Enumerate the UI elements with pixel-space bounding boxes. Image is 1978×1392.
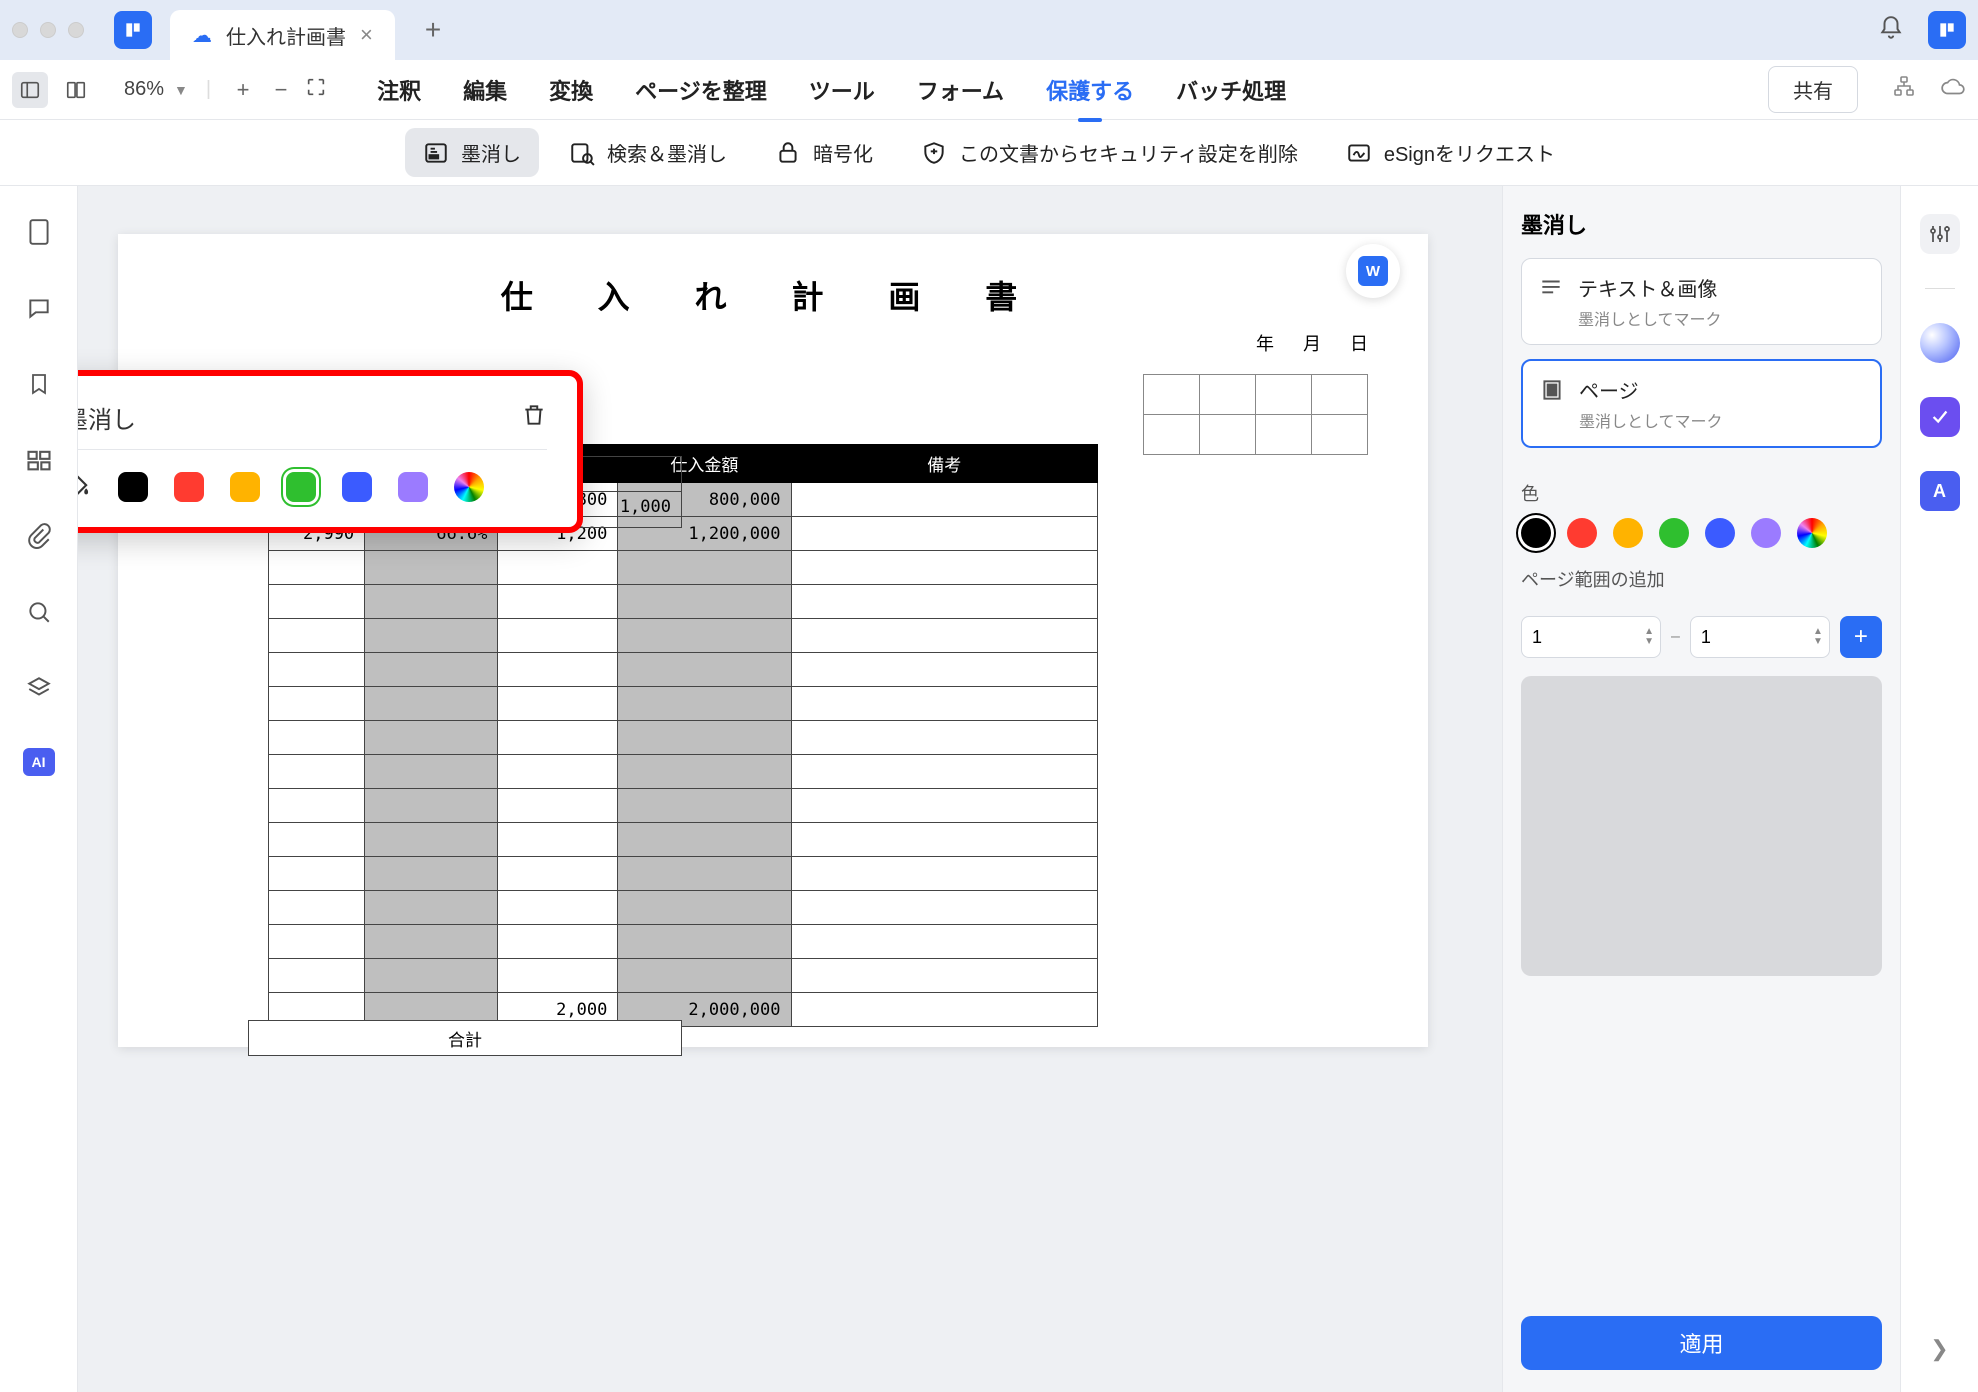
approval-grid xyxy=(1143,374,1368,455)
redact-tool[interactable]: 墨消し xyxy=(405,128,539,177)
color-label: 色 xyxy=(1521,480,1882,506)
layers-icon[interactable] xyxy=(23,672,55,704)
esign-tool[interactable]: eSignをリクエスト xyxy=(1328,128,1573,177)
new-tab-button[interactable]: + xyxy=(425,14,441,46)
export-word-badge[interactable]: W xyxy=(1346,244,1400,298)
range-from-input[interactable]: ▲▼ xyxy=(1521,616,1661,658)
color-purple[interactable] xyxy=(398,472,428,502)
range-preview xyxy=(1521,676,1882,976)
search-redact-tool[interactable]: 検索＆墨消し xyxy=(551,128,745,177)
adjust-icon[interactable] xyxy=(1920,214,1960,254)
fields-icon[interactable] xyxy=(23,444,55,476)
window-controls[interactable] xyxy=(12,22,84,38)
tab-title: 仕入れ計画書 xyxy=(226,21,346,50)
menu-tools[interactable]: ツール xyxy=(809,74,875,106)
remove-security-tool[interactable]: この文書からセキュリティ設定を削除 xyxy=(903,128,1316,177)
color-green[interactable] xyxy=(286,472,316,502)
titlebar: ☁ 仕入れ計画書 × + xyxy=(0,0,1978,60)
brand-icon[interactable] xyxy=(1928,11,1966,49)
trash-icon[interactable] xyxy=(521,401,547,434)
share-button[interactable]: 共有 xyxy=(1768,66,1858,113)
panel-color-purple[interactable] xyxy=(1751,518,1781,548)
mode-page[interactable]: ページ 墨消しとしてマーク xyxy=(1521,359,1882,448)
zoom-out-button[interactable]: − xyxy=(267,77,295,103)
menu-form[interactable]: フォーム xyxy=(917,74,1004,106)
range-label: ページ範囲の追加 xyxy=(1521,566,1882,592)
panel-color-red[interactable] xyxy=(1567,518,1597,548)
menu-protect[interactable]: 保護する xyxy=(1046,74,1134,106)
protect-toolbar: 墨消し 検索＆墨消し 暗号化 この文書からセキュリティ設定を削除 eSignをリ… xyxy=(0,120,1978,186)
right-rail: A ❯ xyxy=(1900,186,1978,1392)
tasks-icon[interactable] xyxy=(1920,397,1960,437)
close-tab-icon[interactable]: × xyxy=(360,22,373,48)
zoom-value: 86% xyxy=(124,78,164,101)
redact-popup: 墨消し xyxy=(78,370,583,533)
menu-organize[interactable]: ページを整理 xyxy=(635,74,767,106)
cloud-icon: ☁ xyxy=(192,23,212,48)
panel-color-green[interactable] xyxy=(1659,518,1689,548)
attachments-icon[interactable] xyxy=(23,520,55,552)
zoom-in-button[interactable]: + xyxy=(229,77,257,103)
document-tab[interactable]: ☁ 仕入れ計画書 × xyxy=(170,10,395,60)
zoom-control[interactable]: 86% ▼ | + − xyxy=(124,76,327,104)
chevron-down-icon[interactable]: ▼ xyxy=(174,82,188,98)
left-rail: AI xyxy=(0,186,78,1392)
add-range-button[interactable]: + xyxy=(1840,616,1882,658)
ai-assistant-icon[interactable] xyxy=(1920,323,1960,363)
apply-button[interactable]: 適用 xyxy=(1521,1316,1882,1370)
panel-color-row xyxy=(1521,518,1882,548)
menu-convert[interactable]: 変換 xyxy=(549,74,593,106)
doc-title: 仕 入 れ 計 画 書 xyxy=(138,272,1408,318)
menu-batch[interactable]: バッチ処理 xyxy=(1176,74,1286,106)
properties-panel: 墨消し テキスト＆画像 墨消しとしてマーク ページ 墨消しとしてマーク 色 ペ xyxy=(1502,186,1900,1392)
date-row: 年 月 日 xyxy=(138,330,1408,356)
panel-color-orange[interactable] xyxy=(1613,518,1643,548)
comments-icon[interactable] xyxy=(23,292,55,324)
document-page: W 仕 入 れ 計 画 書 年 月 日 メンズジーンズ 販売価格 粗利 xyxy=(118,234,1428,1047)
menubar: 86% ▼ | + − 注釈 編集 変換 ページを整理 ツール フォーム 保護す… xyxy=(0,60,1978,120)
panel-title: 墨消し xyxy=(1521,208,1882,240)
mode-text-image[interactable]: テキスト＆画像 墨消しとしてマーク xyxy=(1521,258,1882,345)
bookmarks-icon[interactable] xyxy=(23,368,55,400)
app-icon[interactable] xyxy=(114,11,152,49)
translate-icon[interactable]: A xyxy=(1920,471,1960,511)
encrypt-tool[interactable]: 暗号化 xyxy=(757,128,891,177)
color-orange[interactable] xyxy=(230,472,260,502)
sitemap-icon[interactable] xyxy=(1892,74,1916,105)
panel-color-custom[interactable] xyxy=(1797,518,1827,548)
thumbnails-icon[interactable] xyxy=(23,216,55,248)
cloud-sync-icon[interactable] xyxy=(1940,74,1966,105)
two-page-toggle[interactable] xyxy=(58,72,94,108)
total-label: 合計 xyxy=(248,1020,682,1056)
fill-icon[interactable] xyxy=(78,470,92,503)
color-red[interactable] xyxy=(174,472,204,502)
ai-icon[interactable]: AI xyxy=(23,748,55,776)
color-blue[interactable] xyxy=(342,472,372,502)
menu-annotate[interactable]: 注釈 xyxy=(377,74,421,106)
color-black[interactable] xyxy=(118,472,148,502)
fit-icon[interactable] xyxy=(305,76,327,104)
range-to-input[interactable]: ▲▼ xyxy=(1690,616,1830,658)
menu-edit[interactable]: 編集 xyxy=(463,74,507,106)
popup-title: 墨消し xyxy=(78,400,136,435)
notification-icon[interactable] xyxy=(1878,15,1904,46)
main-menu: 注釈 編集 変換 ページを整理 ツール フォーム 保護する バッチ処理 xyxy=(377,74,1286,106)
document-canvas[interactable]: W 仕 入 れ 計 画 書 年 月 日 メンズジーンズ 販売価格 粗利 xyxy=(78,186,1502,1392)
color-custom[interactable] xyxy=(454,472,484,502)
panel-color-blue[interactable] xyxy=(1705,518,1735,548)
collapse-rail-icon[interactable]: ❯ xyxy=(1930,1336,1948,1362)
panel-color-black[interactable] xyxy=(1521,518,1551,548)
search-icon[interactable] xyxy=(23,596,55,628)
left-panel-toggle[interactable] xyxy=(12,72,48,108)
